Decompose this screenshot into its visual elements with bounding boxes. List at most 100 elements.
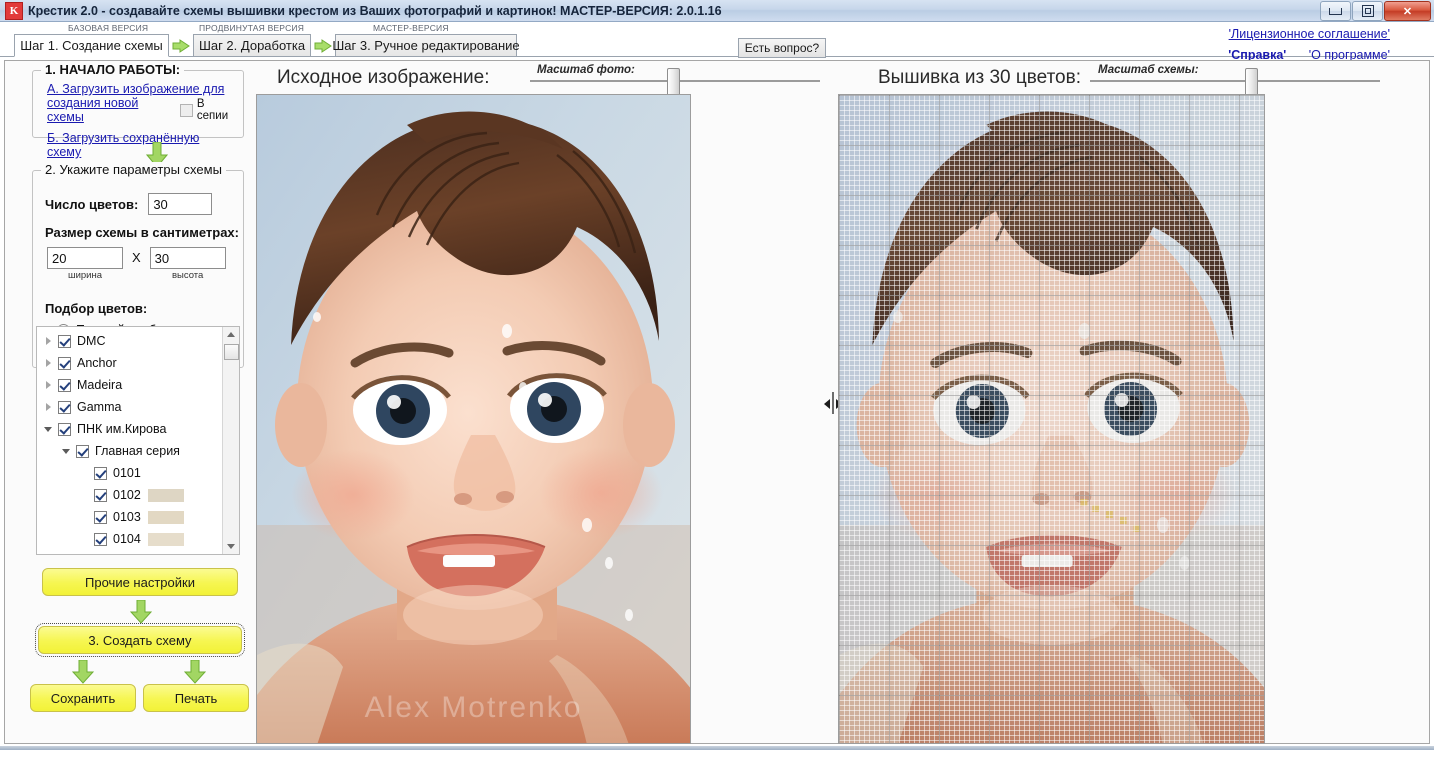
tree-node-checkbox[interactable] [76,444,89,458]
minimize-button[interactable] [1320,1,1351,21]
left-sidebar: 1. НАЧАЛО РАБОТЫ: А. Загрузить изображен… [24,62,252,722]
sepia-checkbox-label: В сепии [196,98,229,122]
tree-node-checkbox[interactable] [58,422,71,436]
tab-step2[interactable]: Шаг 2. Доработка [193,34,311,57]
tree-node-color-swatch [147,488,184,502]
save-button[interactable]: Сохранить [30,684,136,712]
floss-brand-tree-list: DMC Anchor Madeira Gamma ПНК им.Кирова Главна… [37,327,239,556]
maximize-button[interactable] [1352,1,1383,21]
arrow-down-3-icon [72,660,94,684]
scroll-down-arrow-icon[interactable] [223,539,238,554]
other-settings-button[interactable]: Прочие настройки [42,568,238,596]
print-button[interactable]: Печать [143,684,249,712]
arrow-down-4-icon [184,660,206,684]
tree-node[interactable]: DMC [37,330,239,352]
title-bar: K Крестик 2.0 - создавайте схемы вышивки… [0,0,1434,22]
scheme-panel-title: Вышивка из 30 цветов: [878,67,1081,88]
tab-step3[interactable]: Шаг 3. Ручное редактирование [332,34,520,57]
load-image-link-line1[interactable]: А. Загрузить изображение для [47,82,237,96]
scheme-width-input[interactable] [47,247,123,269]
group-scheme-params-title: 2. Укажите параметры схемы [41,162,226,177]
tab-arrow-2-icon [314,39,332,53]
restore-icon [1361,5,1374,17]
photo-zoom-slider-thumb[interactable] [667,68,680,96]
tree-node[interactable]: Madeira [37,374,239,396]
tree-node-checkbox[interactable] [58,334,71,348]
license-link[interactable]: 'Лицензионное соглашение' [1229,27,1390,43]
scheme-width-caption: ширина [67,270,103,281]
expander-collapsed-icon[interactable] [43,379,55,391]
question-button[interactable]: Есть вопрос? [738,38,826,58]
scheme-zoom-slider-label: Масштаб схемы: [1098,64,1199,76]
tab-arrow-1-icon [172,39,190,53]
tree-node-checkbox[interactable] [94,555,107,556]
tree-node-checkbox[interactable] [94,532,107,546]
application-window: K Крестик 2.0 - создавайте схемы вышивки… [0,0,1434,764]
tree-node-color-swatch [147,466,184,480]
tree-node[interactable]: ПНК им.Кирова [37,418,239,440]
scheme-zoom-slider-track[interactable] [1090,80,1380,82]
expander-collapsed-icon[interactable] [43,401,55,413]
tree-node-checkbox[interactable] [94,510,107,524]
scheme-size-label: Размер схемы в сантиметрах: [45,225,239,240]
tree-node-checkbox[interactable] [94,488,107,502]
expander-spacer-icon [79,533,91,545]
source-photo[interactable]: Alex Motrenko [256,94,691,744]
tree-node[interactable]: 0101 [37,462,239,484]
floss-brand-tree[interactable]: DMC Anchor Madeira Gamma ПНК им.Кирова Главна… [36,326,240,555]
tree-node-label: 0200 [113,554,141,555]
tree-node-checkbox[interactable] [58,356,71,370]
expander-spacer-icon [79,467,91,479]
load-image-link-line2[interactable]: создания новой схемы [47,96,172,124]
palette-select-label: Подбор цветов: [45,301,148,316]
sepia-checkbox[interactable] [180,103,193,117]
expander-expanded-icon[interactable] [43,423,55,435]
tree-node-checkbox[interactable] [58,400,71,414]
tab-caption-advanced: ПРОДВИНУТАЯ ВЕРСИЯ [199,23,305,33]
create-scheme-button[interactable]: 3. Создать схему [35,623,245,657]
cross-stitch-scheme[interactable] [838,94,1265,744]
tree-node[interactable]: Anchor [37,352,239,374]
tree-node-checkbox[interactable] [58,378,71,392]
tree-node-label: Главная серия [95,444,180,458]
expander-expanded-icon[interactable] [61,445,73,457]
expander-spacer-icon [79,511,91,523]
tree-node-label: 0101 [113,466,141,480]
tree-node[interactable]: 0103 [37,506,239,528]
tree-node[interactable]: Главная серия [37,440,239,462]
tab-strip: БАЗОВАЯ ВЕРСИЯ ПРОДВИНУТАЯ ВЕРСИЯ МАСТЕР… [0,22,1434,60]
photo-panel-title: Исходное изображение: [277,67,490,88]
tree-node-label: 0103 [113,510,141,524]
group-start-work: 1. НАЧАЛО РАБОТЫ: А. Загрузить изображен… [32,62,244,159]
tree-node[interactable]: 0104 [37,528,239,550]
colors-count-input[interactable] [148,193,213,215]
tree-node-label: 0102 [113,488,141,502]
window-controls: ✕ [1320,1,1431,21]
scheme-height-input[interactable] [149,247,226,269]
close-button[interactable]: ✕ [1384,1,1431,21]
tree-node-color-swatch [148,555,184,556]
colors-count-label: Число цветов: [45,196,139,212]
photo-zoom-slider-label: Масштаб фото: [537,64,635,76]
load-saved-scheme-link[interactable]: Б. Загрузить сохранённую схему [47,131,237,159]
scheme-zoom-slider-thumb[interactable] [1245,68,1258,96]
expander-collapsed-icon[interactable] [43,335,55,347]
arrow-down-2-icon [130,600,152,624]
scroll-up-arrow-icon[interactable] [223,327,238,342]
tree-node-color-swatch [147,510,184,524]
size-times-label: X [132,249,141,265]
tree-node-color-swatch [147,532,184,546]
tree-node-label: Madeira [77,378,123,392]
cross-stitch-scheme-image [839,95,1264,743]
scrollbar-thumb[interactable] [224,344,239,360]
tab-caption-basic: БАЗОВАЯ ВЕРСИЯ [68,23,149,33]
tree-node[interactable]: Gamma [37,396,239,418]
tree-node[interactable]: 0102 [37,484,239,506]
tree-node-checkbox[interactable] [94,466,107,480]
tree-scrollbar[interactable] [222,327,239,554]
tree-node[interactable]: 0200 [37,550,239,556]
tab-step1[interactable]: Шаг 1. Создание схемы [14,34,169,57]
tree-node-label: Anchor [77,356,117,370]
tree-node-label: 0104 [113,532,141,546]
expander-collapsed-icon[interactable] [43,357,55,369]
